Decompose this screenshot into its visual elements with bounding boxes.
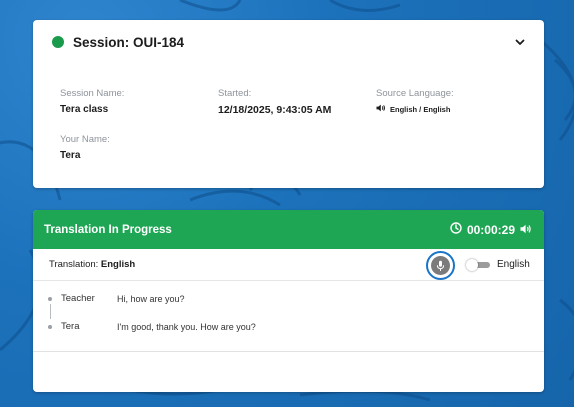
started-field: Started: 12/18/2025, 9:43:05 AM xyxy=(218,88,331,116)
microphone-button[interactable] xyxy=(426,251,455,280)
timer: 00:00:29 xyxy=(450,222,532,237)
translation-language: English xyxy=(100,259,136,270)
source-language-label: Source Language: xyxy=(376,88,454,99)
volume-icon[interactable] xyxy=(520,223,532,237)
message-text: Hi, how are you? xyxy=(117,293,185,304)
session-name-value: Tera class xyxy=(60,104,109,115)
microphone-icon xyxy=(431,256,450,275)
clock-icon xyxy=(450,222,462,237)
session-name-field: Session Name: Tera class xyxy=(60,88,124,115)
source-language-field: Source Language: English / English xyxy=(376,88,454,114)
divider xyxy=(33,351,544,352)
session-header[interactable]: Session: OUI-184 xyxy=(52,34,526,50)
message-text: I'm good, thank you. How are you? xyxy=(117,321,256,332)
session-name-label: Session Name: xyxy=(60,88,125,99)
status-dot xyxy=(52,36,64,48)
bullet xyxy=(48,324,52,329)
speaker-name: Tera xyxy=(61,321,80,332)
translation-card: Translation In Progress 00:00:29 Transla… xyxy=(33,210,544,392)
translation-title: Translation In Progress xyxy=(44,223,172,236)
source-language-text: English / English xyxy=(390,104,451,114)
source-language-value: English / English xyxy=(376,104,454,114)
toggle-knob xyxy=(466,259,478,271)
session-title: Session: OUI-184 xyxy=(73,34,185,50)
your-name-label: Your Name: xyxy=(60,134,110,145)
list-item: Teacher Hi, how are you? xyxy=(48,293,185,304)
language-toggle[interactable] xyxy=(466,259,490,271)
toggle-language-label: English xyxy=(497,259,530,270)
timer-value: 00:00:29 xyxy=(466,222,515,237)
session-card: Session: OUI-184 Session Name: Tera clas… xyxy=(33,20,544,188)
translation-header: Translation In Progress 00:00:29 xyxy=(33,210,544,249)
chevron-down-icon[interactable] xyxy=(514,36,526,48)
started-label: Started: xyxy=(218,88,252,99)
translation-label: Translation: English xyxy=(49,259,135,270)
list-item: Tera I'm good, thank you. How are you? xyxy=(48,321,256,332)
speaker-name: Teacher xyxy=(61,293,95,304)
bullet xyxy=(48,296,52,301)
your-name-field: Your Name: Tera xyxy=(60,134,110,161)
translation-bar: Translation: English English xyxy=(33,249,544,281)
speaker-icon xyxy=(376,104,386,114)
your-name-value: Tera xyxy=(60,150,81,161)
started-value: 12/18/2025, 9:43:05 AM xyxy=(218,104,332,116)
timeline-line xyxy=(49,304,51,319)
translation-label-prefix: Translation: xyxy=(49,259,101,270)
